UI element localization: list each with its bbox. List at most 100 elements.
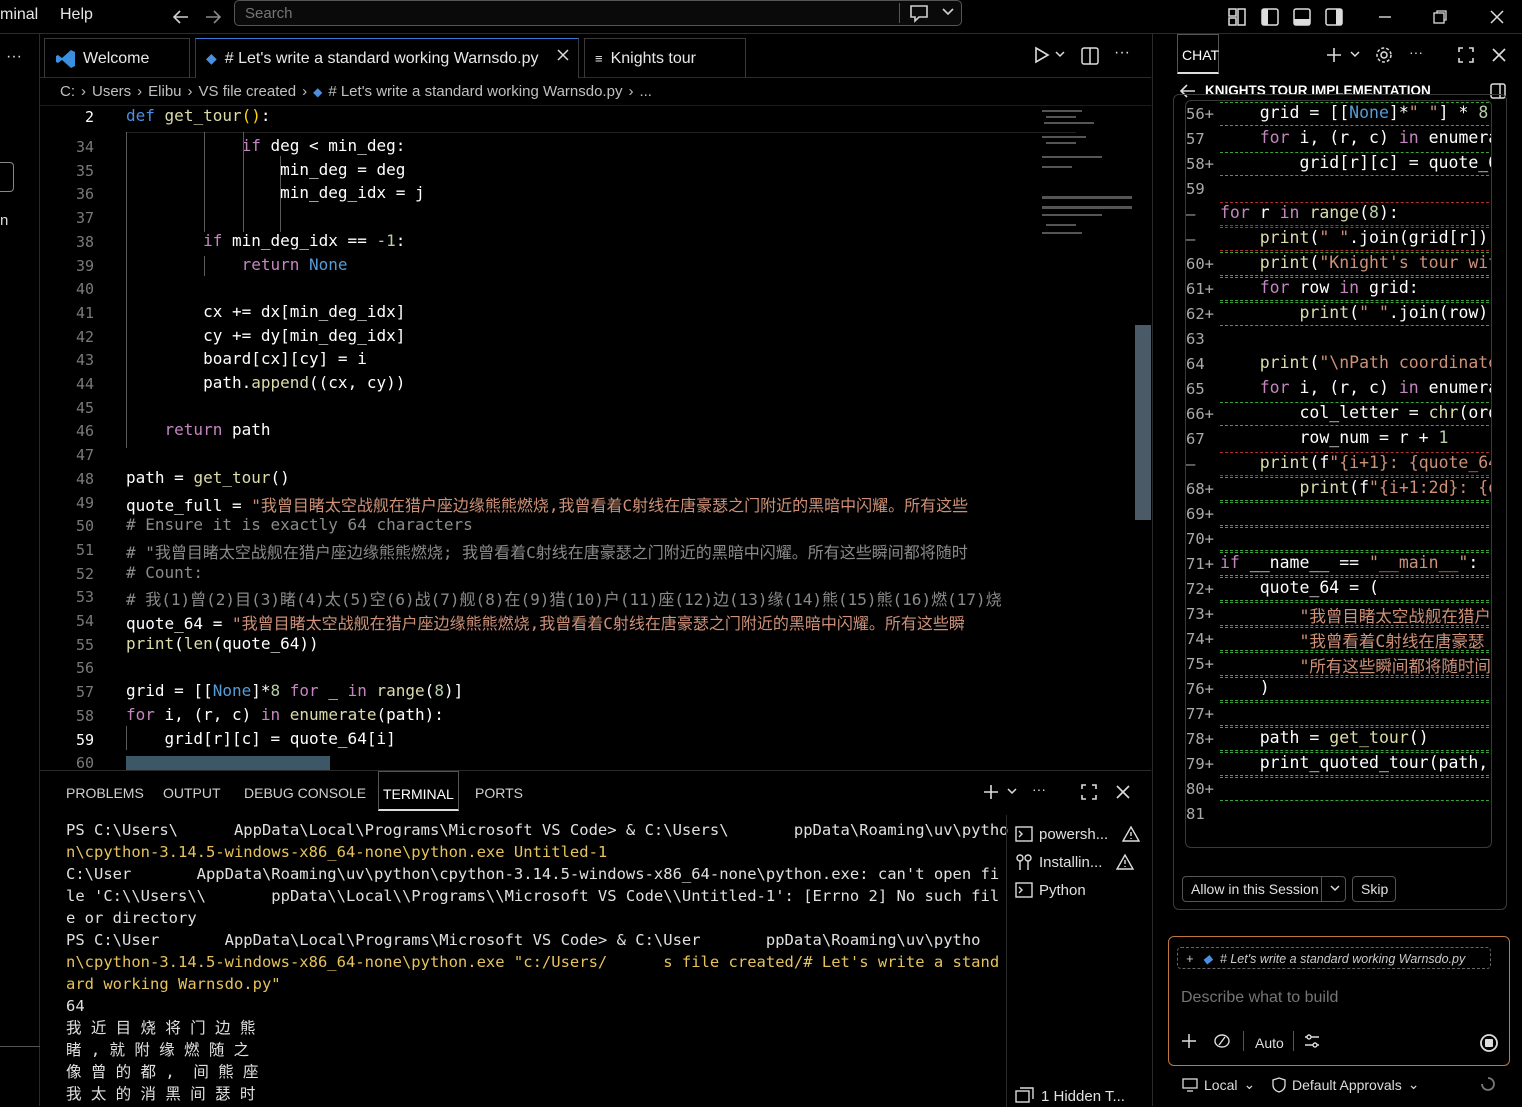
terminal-item-installing[interactable]: Installin... [1015,853,1135,871]
forward-arrow-icon[interactable] [200,4,226,30]
allow-label: Allow in this Session [1191,881,1319,897]
back-arrow-icon[interactable] [168,4,194,30]
new-chat-icon[interactable] [1325,46,1343,64]
restore-icon[interactable] [1427,4,1453,30]
tab-knights-tour[interactable]: ≡ Knights tour [584,38,746,78]
line-number: 49 [75,493,94,512]
horizontal-scrollbar[interactable] [126,756,330,770]
chevron-down-icon[interactable] [1349,50,1361,60]
tab-output[interactable]: OUTPUT [163,785,221,801]
code-line[interactable]: return None [126,255,348,274]
minimap[interactable] [1036,106,1136,246]
code-line[interactable]: min_deg = deg [126,160,405,179]
diff-line-number: 81 [1186,805,1205,823]
maximize-icon[interactable] [1457,46,1475,64]
add-context-icon[interactable]: + [1186,952,1193,966]
chat-code-diff[interactable]: 56+ grid = [[None]*" "] * 8 57 for i, (r,… [1185,100,1492,848]
toggle-secondary-sidebar-icon[interactable] [1321,4,1347,30]
code-line[interactable]: return path [126,420,271,439]
more-actions-icon[interactable]: ··· [1409,44,1423,60]
allow-in-session-button[interactable]: Allow in this Session [1182,876,1346,902]
code-line[interactable]: # "我曾目睹太空战舰在猎户座边缘熊熊燃烧; 我曾看着C射线在唐豪瑟之门附近的黑… [126,539,968,563]
close-chat-icon[interactable] [1491,47,1507,63]
run-chevron-icon[interactable] [1054,48,1066,62]
close-window-icon[interactable] [1484,4,1510,30]
stop-icon[interactable] [1479,1033,1499,1053]
code-line[interactable]: print(len(quote_64)) [126,634,319,653]
more-icon[interactable]: ··· [6,48,22,66]
sliders-icon[interactable] [1303,1033,1321,1049]
context-chip[interactable]: + ◆ # Let's write a standard working War… [1177,947,1491,969]
terminal-output[interactable]: PS C:\Users\ AppData\Local\Programs\Micr… [66,819,1009,1105]
breadcrumb-item[interactable]: # Let's write a standard working Warnsdo… [328,83,622,100]
layout-customize-icon[interactable] [1224,4,1250,30]
sticky-scroll-line[interactable]: def get_tour(): [126,106,271,125]
code-line[interactable]: grid[r][c] = quote_64[i] [126,729,396,748]
code-line[interactable]: quote_full = "我曾目睹太空战舰在猎户座边缘熊熊燃烧,我曾看着C射线… [126,492,968,516]
chat-input[interactable] [1181,987,1481,1009]
menu-help[interactable]: Help [60,6,93,24]
code-line[interactable]: min_deg_idx = j [126,183,425,202]
local-picker[interactable]: Local ⌄ [1182,1076,1255,1093]
more-actions-icon[interactable]: ··· [1114,44,1130,62]
code-line[interactable]: for i, (r, c) in enumerate(path): [126,705,444,724]
tab-ports[interactable]: PORTS [475,785,523,801]
run-icon[interactable] [1032,46,1050,64]
tab-warnsdo-py[interactable]: ◆ # Let's write a standard working Warns… [195,38,579,78]
code-line[interactable]: cy += dy[min_deg_idx] [126,326,405,345]
collapsed-sidebar-field[interactable] [0,162,14,192]
toggle-primary-sidebar-icon[interactable] [1257,4,1283,30]
terminal-item-powershell[interactable]: powersh... [1015,825,1141,843]
code-line[interactable]: board[cx][cy] = i [126,349,367,368]
tab-terminal[interactable]: TERMINAL [378,771,459,811]
minimize-icon[interactable] [1372,4,1398,30]
terminal-item-python[interactable]: Python [1015,881,1086,899]
toggle-panel-icon[interactable] [1289,4,1315,30]
code-editor[interactable]: 2 def get_tour(): 34 35 36 37 38 39 40 41 42 43 44… [40,106,1151,770]
gear-icon[interactable] [1375,46,1393,64]
hidden-terminals[interactable]: 1 Hidden T... [1015,1087,1125,1105]
search-box[interactable] [234,0,962,26]
code-line[interactable]: quote_64 = "我曾目睹太空战舰在猎户座边缘熊熊燃烧,我曾看着C射线在唐… [126,610,965,634]
code-line[interactable]: # 我(1)曾(2)目(3)睹(4)太(5)空(6)战(7)舰(8)在(9)猎(… [126,586,1002,610]
close-tab-icon[interactable] [556,48,570,62]
breadcrumb-item[interactable]: Users [92,83,131,100]
code-line[interactable]: cx += dx[min_deg_idx] [126,302,405,321]
breadcrumb-item[interactable]: C: [60,83,75,100]
code-line[interactable]: path.append((cx, cy)) [126,373,405,392]
code-line[interactable]: if min_deg_idx == -1: [126,231,405,250]
mode-picker[interactable]: Auto [1255,1035,1284,1051]
indent-guide [243,132,244,232]
tab-debug-console[interactable]: DEBUG CONSOLE [244,785,366,801]
chevron-right-icon: › [302,83,308,100]
approvals-picker[interactable]: Default Approvals ⌄ [1272,1076,1419,1093]
code-line[interactable]: grid = [[None]*8 for _ in range(8)] [126,681,463,700]
tools-icon[interactable] [1213,1033,1231,1049]
vertical-scrollbar[interactable] [1135,325,1151,520]
tab-welcome[interactable]: Welcome [44,38,190,78]
chevron-down-icon[interactable] [1329,883,1341,895]
breadcrumb-item[interactable]: ... [639,83,652,100]
code-line[interactable]: if deg < min_deg: [126,136,406,155]
code-line[interactable]: # Count: [126,563,203,582]
skip-button[interactable]: Skip [1352,876,1396,902]
split-editor-icon[interactable] [1080,46,1100,66]
close-panel-icon[interactable] [1115,784,1131,800]
breadcrumb-item[interactable]: VS file created [199,83,297,100]
copilot-chat-icon[interactable] [907,2,931,24]
search-input[interactable] [245,4,885,22]
code-line[interactable]: # Ensure it is exactly 64 characters [126,515,473,534]
tab-chat[interactable]: CHAT [1177,34,1219,74]
breadcrumb-item[interactable]: Elibu [148,83,181,100]
new-terminal-icon[interactable] [982,783,1000,801]
terminal-line: 64 [66,997,85,1015]
more-actions-icon[interactable]: ··· [1032,781,1046,797]
maximize-panel-icon[interactable] [1080,783,1098,801]
indent-guide [204,132,205,232]
code-line[interactable]: path = get_tour() [126,468,290,487]
add-icon[interactable] [1181,1033,1197,1049]
tab-problems[interactable]: PROBLEMS [66,785,144,801]
chevron-down-icon[interactable] [941,4,955,20]
menu-terminal[interactable]: minal [0,6,38,24]
chevron-down-icon[interactable] [1006,787,1018,797]
